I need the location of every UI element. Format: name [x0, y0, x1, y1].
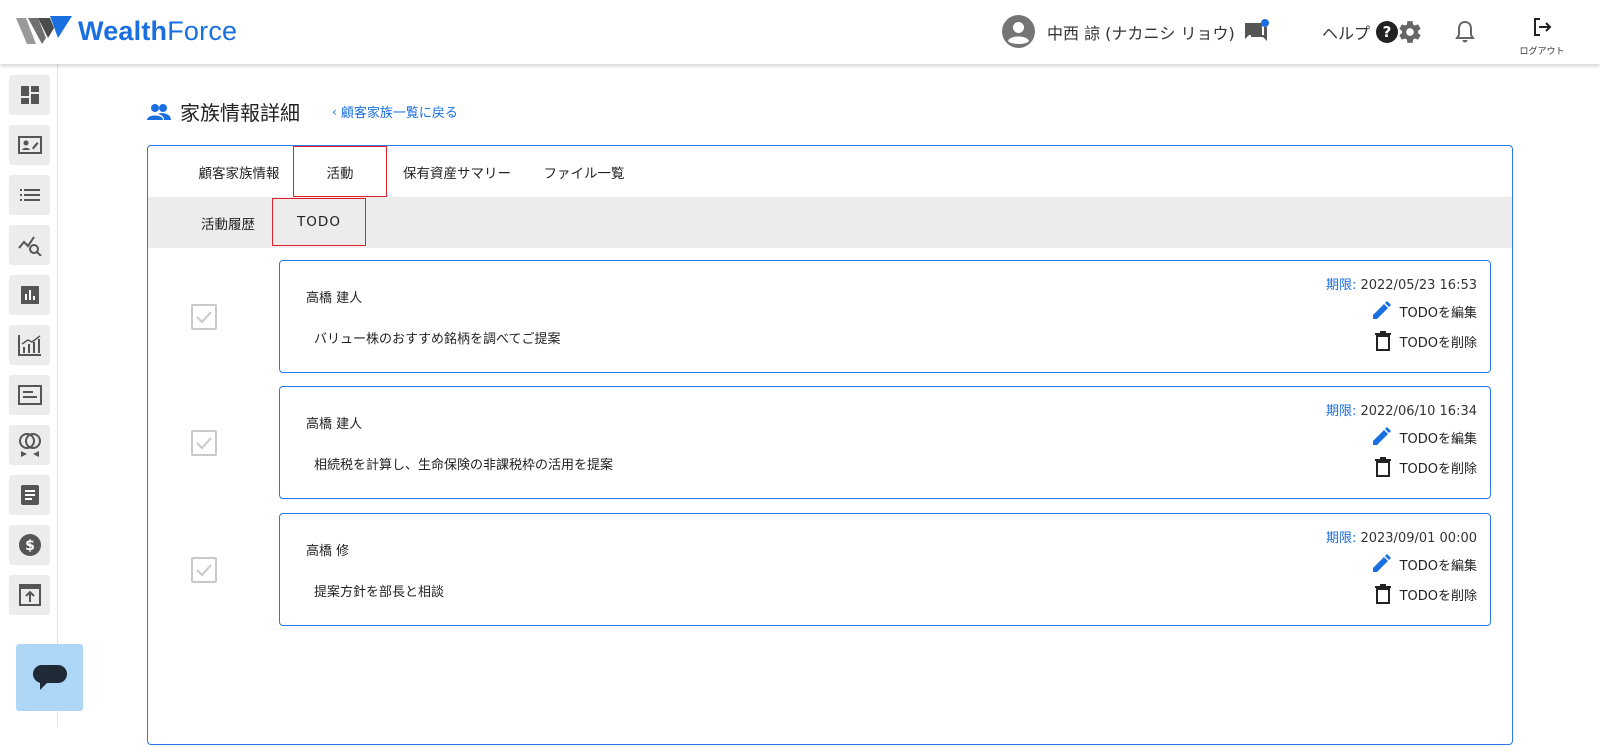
tab-family-info[interactable]: 顧客家族情報	[184, 146, 294, 197]
tab-activity[interactable]: 活動	[293, 146, 387, 197]
sidebar-item-dashboard[interactable]	[9, 75, 50, 115]
chat-support-button[interactable]	[16, 644, 83, 711]
bar-chart-icon	[20, 286, 39, 304]
article-icon	[17, 385, 42, 405]
pencil-icon	[1372, 301, 1391, 319]
todo-card: 高橋 建人 相続税を計算し、生命保険の非課税枠の活用を提案 期限: 2022/0…	[279, 386, 1491, 499]
page-title: 家族情報詳細	[180, 101, 300, 125]
sidebar-item-finance[interactable]: $	[9, 525, 50, 565]
delete-todo-label: TODOを削除	[1399, 461, 1477, 477]
main-tabs: 顧客家族情報 活動 保有資産サマリー ファイル一覧	[148, 146, 1512, 197]
chat-bubble-icon	[32, 664, 67, 690]
logout-icon	[1534, 18, 1552, 36]
delete-todo-button[interactable]: TODOを削除	[1374, 584, 1477, 604]
upload-icon	[18, 584, 41, 606]
subtab-todo[interactable]: TODO	[272, 198, 366, 246]
pencil-icon	[1372, 554, 1391, 572]
rings-icon	[18, 433, 41, 457]
app-logo[interactable]: WealthForce	[16, 14, 237, 48]
delete-todo-button[interactable]: TODOを削除	[1374, 457, 1477, 477]
check-icon	[196, 437, 212, 450]
check-icon	[196, 564, 212, 577]
gear-icon[interactable]	[1397, 19, 1423, 45]
back-link-label: 顧客家族一覧に戻る	[340, 106, 458, 121]
logout-button[interactable]: ログアウト	[1518, 16, 1566, 57]
sidebar-item-analytics[interactable]	[9, 225, 50, 265]
tab-file-list[interactable]: ファイル一覧	[534, 146, 634, 197]
edit-todo-label: TODOを編集	[1399, 558, 1477, 574]
user-name[interactable]: 中西 諒 (ナカニシ リョウ)	[1047, 20, 1235, 44]
todo-card: 高橋 修 提案方針を部長と相談 期限: 2023/09/01 00:00 TOD…	[279, 513, 1491, 626]
list-icon	[19, 189, 40, 201]
analytics-icon	[17, 236, 42, 256]
sidebar-item-documents[interactable]	[9, 475, 50, 515]
contact-card-icon	[17, 136, 42, 154]
subtab-activity-history[interactable]: 活動履歴	[190, 197, 266, 248]
sidebar-item-growth[interactable]	[9, 325, 50, 365]
check-icon	[196, 311, 212, 324]
back-to-family-list-link[interactable]: ‹ 顧客家族一覧に戻る	[332, 102, 458, 122]
dollar-icon: $	[18, 534, 41, 556]
edit-todo-label: TODOを編集	[1399, 305, 1477, 321]
user-avatar-icon[interactable]	[1002, 15, 1035, 48]
todo-person: 高橋 修	[306, 544, 350, 559]
tab-asset-summary[interactable]: 保有資産サマリー	[394, 146, 520, 197]
sidebar-item-upload[interactable]	[9, 575, 50, 615]
delete-todo-label: TODOを削除	[1399, 335, 1477, 351]
family-icon	[147, 103, 171, 120]
document-icon	[20, 485, 39, 505]
todo-deadline: 期限: 2023/09/01 00:00	[1325, 531, 1477, 546]
todo-checkbox[interactable]	[191, 557, 217, 583]
sidebar-item-relations[interactable]	[9, 425, 50, 465]
message-icon[interactable]	[1243, 19, 1269, 43]
growth-chart-icon	[17, 335, 41, 356]
edit-todo-label: TODOを編集	[1399, 431, 1477, 447]
todo-deadline: 期限: 2022/05/23 16:53	[1325, 278, 1477, 293]
sidebar-item-list[interactable]	[9, 175, 50, 215]
dashboard-icon	[20, 86, 39, 104]
help-icon: ?	[1376, 21, 1399, 43]
delete-todo-button[interactable]: TODOを削除	[1374, 331, 1477, 351]
wealthforce-logo-icon	[16, 16, 72, 44]
pencil-icon	[1372, 427, 1391, 445]
logout-label: ログアウト	[1519, 47, 1565, 57]
sidebar: $	[0, 64, 58, 727]
sidebar-item-reports[interactable]	[9, 275, 50, 315]
sidebar-item-articles[interactable]	[9, 375, 50, 415]
todo-person: 高橋 建人	[306, 417, 363, 432]
app-header: WealthForce 中西 諒 (ナカニシ リョウ) ヘルプ ? ログアウト	[0, 0, 1600, 64]
svg-text:$: $	[25, 538, 35, 554]
edit-todo-button[interactable]: TODOを編集	[1371, 427, 1477, 447]
delete-todo-label: TODOを削除	[1399, 588, 1477, 604]
trash-icon	[1374, 331, 1391, 351]
todo-description: バリュー株のおすすめ銘柄を調べてご提案	[314, 332, 561, 347]
trash-icon	[1374, 584, 1391, 604]
trash-icon	[1374, 457, 1391, 477]
todo-card: 高橋 建人 バリュー株のおすすめ銘柄を調べてご提案 期限: 2022/05/23…	[279, 260, 1491, 373]
todo-checkbox[interactable]	[191, 304, 217, 330]
chevron-left-icon: ‹	[332, 104, 337, 119]
todo-deadline: 期限: 2022/06/10 16:34	[1325, 404, 1477, 419]
todo-description: 提案方針を部長と相談	[314, 585, 445, 600]
todo-person: 高橋 建人	[306, 291, 363, 306]
app-name: WealthForce	[78, 15, 238, 46]
sidebar-item-contacts[interactable]	[9, 125, 50, 165]
activity-subtabs: 活動履歴 TODO	[148, 197, 1512, 248]
edit-todo-button[interactable]: TODOを編集	[1371, 554, 1477, 574]
bell-icon[interactable]	[1453, 19, 1477, 45]
help-label: ヘルプ	[1322, 24, 1371, 43]
page-header: 家族情報詳細	[147, 97, 300, 126]
todo-checkbox[interactable]	[191, 430, 217, 456]
edit-todo-button[interactable]: TODOを編集	[1371, 301, 1477, 321]
todo-description: 相続税を計算し、生命保険の非課税枠の活用を提案	[314, 458, 614, 473]
help-button[interactable]: ヘルプ ?	[1322, 20, 1399, 44]
